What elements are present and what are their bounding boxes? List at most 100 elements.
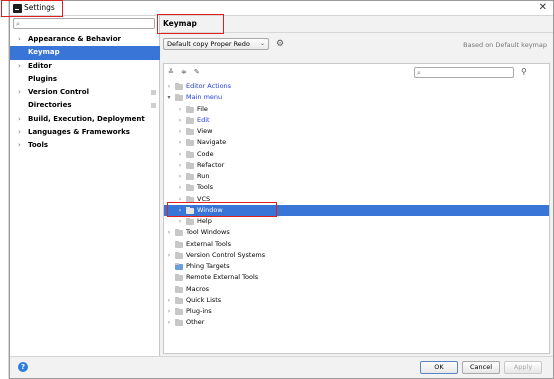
tree-row[interactable]: › Code	[164, 149, 549, 160]
chevron-right-icon[interactable]: ›	[166, 295, 172, 306]
settings-nav-pane: ⌕ › Appearance & Behavior Keymap › Editor …	[10, 16, 160, 356]
expand-all-icon[interactable]: ≚	[168, 68, 174, 77]
tree-row[interactable]: › Help	[164, 216, 549, 227]
find-shortcut-icon[interactable]: ⚲	[521, 67, 527, 77]
settings-dialog: Settings ✕ ⌕ › Appearance & Behavior Keym…	[1, 0, 554, 379]
chevron-right-icon[interactable]: ›	[177, 126, 183, 137]
tree-row-label: Plug-ins	[186, 307, 212, 315]
nav-item-editor[interactable]: › Editor	[10, 60, 160, 73]
tree-row[interactable]: Macros	[164, 284, 549, 295]
keymap-tree-container: ≚ ≑ ✎ ⌕ ⚲ › Editor Actions ▾ Main menu › File…	[163, 63, 550, 354]
chevron-right-icon[interactable]: ›	[166, 250, 172, 261]
folder-icon	[175, 285, 183, 293]
nav-item-appearance[interactable]: › Appearance & Behavior	[10, 33, 160, 46]
tree-row[interactable]: › VCS	[164, 194, 549, 205]
chevron-right-icon[interactable]: ›	[177, 149, 183, 160]
tree-row[interactable]: › Other	[164, 317, 549, 328]
chevron-right-icon[interactable]: ›	[177, 205, 183, 216]
tree-row-label: Phing Targets	[186, 262, 230, 270]
chevron-right-icon[interactable]: ›	[177, 115, 183, 126]
tree-row-label: Code	[197, 149, 214, 158]
tree-row[interactable]: › Refactor	[164, 160, 549, 171]
tree-row[interactable]: › Plug-ins	[164, 306, 549, 317]
chevron-right-icon[interactable]: ›	[166, 81, 172, 92]
chevron-right-icon[interactable]: ›	[177, 171, 183, 182]
chevron-right-icon: ›	[18, 88, 21, 97]
tree-row-label: Other	[186, 318, 205, 327]
tree-row-label: Editor Actions	[186, 82, 232, 90]
nav-item-version-control[interactable]: › Version Control	[10, 86, 160, 99]
folder-icon	[186, 184, 194, 192]
keymap-tree: › Editor Actions ▾ Main menu › File › Edit › View…	[164, 81, 549, 329]
window-title: Settings	[24, 3, 55, 12]
chevron-right-icon[interactable]: ›	[177, 182, 183, 193]
tree-row[interactable]: › Tools	[164, 182, 549, 193]
tree-row[interactable]: ▾ Main menu	[164, 92, 549, 103]
chevron-right-icon[interactable]: ›	[177, 194, 183, 205]
settings-search-input[interactable]: ⌕	[13, 18, 155, 29]
divider	[161, 32, 553, 33]
chevron-down-icon: ⌄	[259, 40, 265, 47]
tree-row-label: Tools	[197, 183, 214, 192]
folder-icon	[186, 128, 194, 135]
nav-item-build[interactable]: › Build, Execution, Deployment	[10, 113, 160, 126]
keymap-scheme-select[interactable]: Default copy Proper Redo ⌄	[163, 38, 269, 50]
edit-pencil-icon[interactable]: ✎	[194, 68, 200, 77]
help-icon[interactable]: ?	[18, 362, 28, 372]
tree-row[interactable]: › Window	[164, 204, 549, 216]
chevron-right-icon[interactable]: ›	[177, 160, 183, 171]
tree-row-label: External Tools	[186, 239, 232, 248]
tree-row[interactable]: › Navigate	[164, 137, 549, 148]
ok-button[interactable]: OK	[420, 361, 458, 374]
tree-row-label: Edit	[197, 115, 210, 124]
apply-button[interactable]: Apply	[504, 361, 542, 374]
tree-row-label: File	[197, 104, 208, 113]
folder-icon	[175, 83, 183, 90]
chevron-right-icon[interactable]: ›	[166, 227, 172, 238]
chevron-right-icon: ›	[18, 141, 21, 150]
collapse-all-icon[interactable]: ≑	[181, 68, 187, 77]
chevron-right-icon: ›	[18, 35, 21, 43]
tree-row[interactable]: › Quick Lists	[164, 295, 549, 306]
tree-row[interactable]: › Editor Actions	[164, 81, 549, 92]
cancel-button[interactable]: Cancel	[462, 361, 500, 374]
tree-row[interactable]: › File	[164, 104, 549, 115]
tree-row-label: Navigate	[197, 138, 227, 147]
folder-icon	[186, 116, 194, 124]
nav-item-keymap[interactable]: Keymap	[10, 46, 160, 60]
chevron-right-icon[interactable]: ›	[166, 317, 172, 328]
tree-row[interactable]: Remote External Tools	[164, 272, 549, 283]
based-on-label: Based on Default keymap	[463, 41, 547, 49]
keymap-search-input[interactable]: ⌕	[414, 67, 514, 78]
background-editor-strip	[0, 0, 9, 379]
chevron-right-icon: ›	[18, 61, 21, 70]
tree-row[interactable]: › Run	[164, 171, 549, 182]
chevron-right-icon[interactable]: ›	[177, 216, 183, 227]
nav-item-directories[interactable]: Directories	[10, 99, 160, 112]
chevron-right-icon[interactable]: ›	[177, 104, 183, 115]
tree-row-label: Macros	[186, 284, 210, 293]
tree-row[interactable]: External Tools	[164, 239, 549, 250]
tree-row-label: Main menu	[186, 93, 223, 102]
gear-icon[interactable]: ⚙	[276, 38, 284, 50]
tree-row-label: Window	[197, 205, 223, 214]
chevron-right-icon[interactable]: ›	[177, 137, 183, 148]
close-button[interactable]: ✕	[539, 2, 547, 14]
tree-row[interactable]: Phing Targets	[164, 261, 549, 272]
chevron-right-icon[interactable]: ›	[166, 306, 172, 317]
tree-row[interactable]: › Tool Windows	[164, 227, 549, 238]
folder-icon	[175, 308, 183, 315]
tree-row[interactable]: › Edit	[164, 115, 549, 126]
page-title: Keymap	[163, 19, 197, 28]
settings-nav-list: › Appearance & Behavior Keymap › Editor Pl…	[10, 33, 160, 153]
keymap-panel: Keymap Default copy Proper Redo ⌄ ⚙ Base…	[161, 16, 553, 356]
folder-icon	[175, 274, 183, 282]
project-scope-icon	[151, 103, 156, 109]
nav-item-tools[interactable]: › Tools	[10, 139, 160, 152]
nav-item-plugins[interactable]: Plugins	[10, 73, 160, 86]
nav-item-languages[interactable]: › Languages & Frameworks	[10, 126, 160, 139]
folder-icon	[186, 195, 194, 203]
tree-row[interactable]: › Version Control Systems	[164, 250, 549, 261]
chevron-down-icon[interactable]: ▾	[166, 92, 172, 103]
tree-row[interactable]: › View	[164, 126, 549, 137]
